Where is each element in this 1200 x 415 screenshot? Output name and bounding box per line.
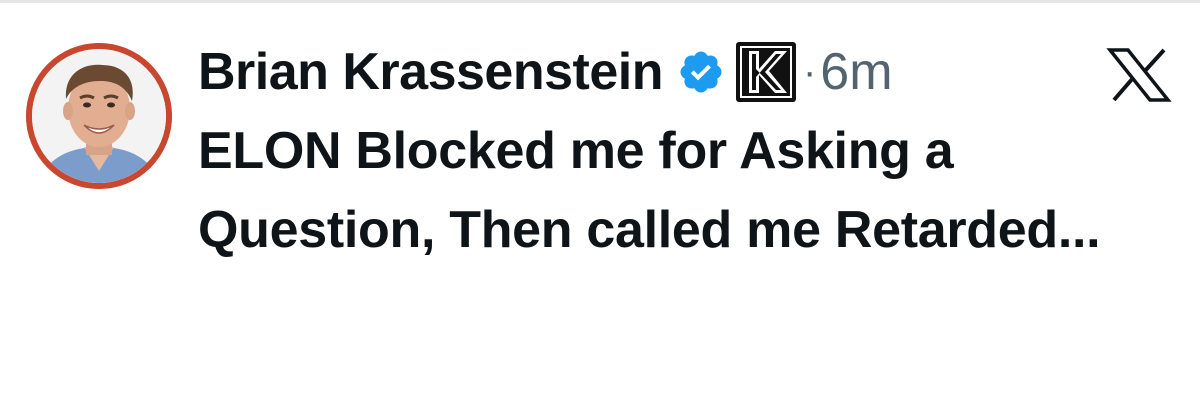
tweet-header: Brian Krassenstein · 6m <box>198 32 893 112</box>
separator-dot: · <box>802 50 817 94</box>
tweet-text: ELON Blocked me for Asking a Question, T… <box>198 122 1101 259</box>
top-divider <box>0 0 1200 3</box>
verified-badge-icon[interactable] <box>677 48 725 96</box>
close-button[interactable] <box>1106 46 1172 104</box>
avatar[interactable] <box>26 43 172 189</box>
k-affiliate-badge-icon[interactable] <box>733 39 799 105</box>
avatar-photo <box>26 43 172 189</box>
x-logo-icon <box>1106 48 1172 102</box>
tweet-timestamp[interactable]: 6m <box>820 46 892 98</box>
author-display-name[interactable]: Brian Krassenstein <box>198 46 663 98</box>
